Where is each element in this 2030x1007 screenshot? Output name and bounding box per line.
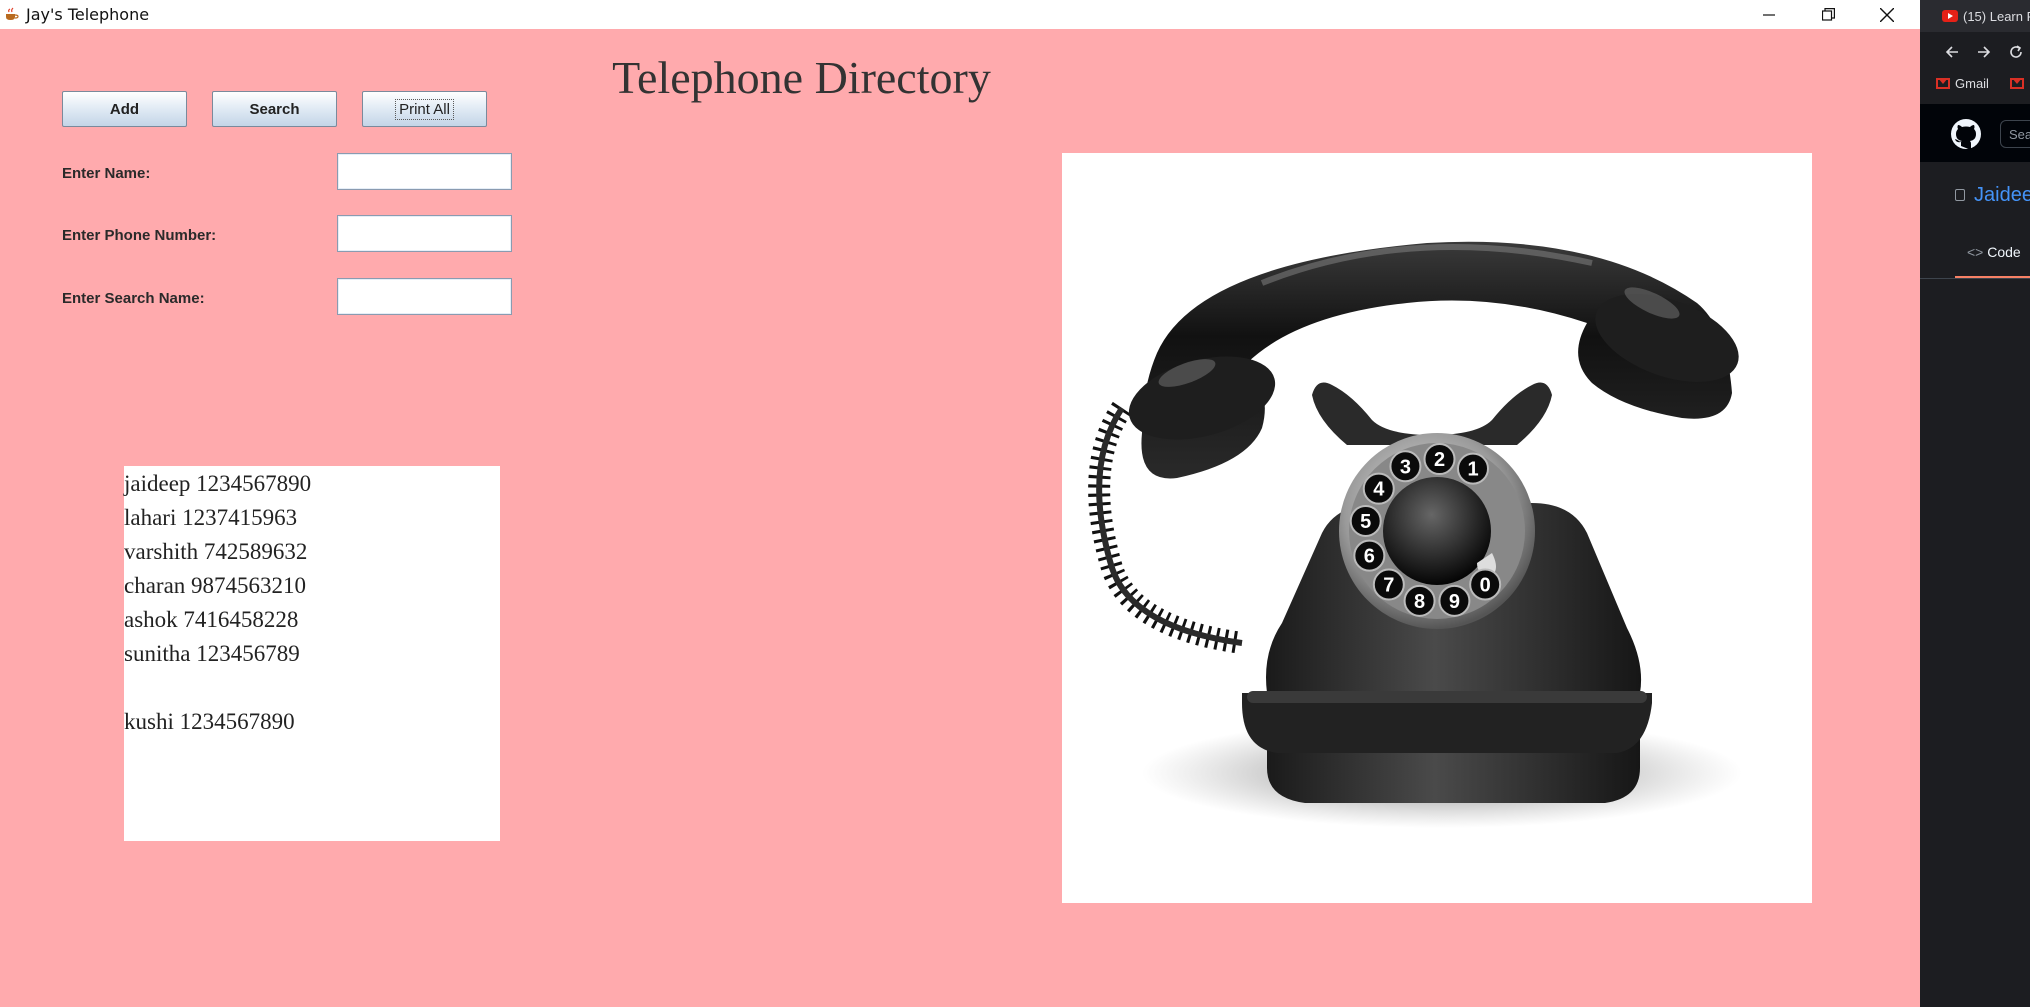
dial-digit: 1 [1467, 459, 1478, 481]
directory-entry: sunitha 123456789 [124, 641, 300, 666]
gmail-icon [2010, 78, 2024, 89]
close-icon [1880, 7, 1894, 22]
repo-icon [1955, 189, 1965, 201]
forward-arrow-icon [1978, 46, 1991, 58]
directory-text-area[interactable]: jaideep 1234567890 lahari 1237415963 var… [124, 466, 500, 841]
dial-digit: 7 [1383, 575, 1394, 597]
code-icon: <> [1967, 244, 1984, 260]
dial-digit: 2 [1434, 449, 1445, 471]
dial-digit: 9 [1449, 591, 1460, 613]
reload-button[interactable] [2004, 40, 2028, 64]
browser-tab-label: (15) Learn Fla [1963, 9, 2030, 24]
dial-digit: 0 [1480, 575, 1491, 597]
close-button[interactable] [1854, 0, 1920, 29]
name-label: Enter Name: [62, 165, 151, 182]
github-search-input[interactable]: Sea [2000, 120, 2030, 148]
github-logo-icon[interactable] [1950, 118, 1982, 150]
search-button[interactable]: Search [212, 91, 337, 127]
window-title: Jay's Telephone [26, 5, 150, 24]
dial-digit: 3 [1400, 456, 1411, 478]
content-pane: Telephone Directory Add Search Print All… [0, 29, 1920, 1007]
restore-icon [1821, 8, 1835, 21]
search-name-input[interactable] [337, 278, 512, 315]
directory-entry: jaideep 1234567890 [124, 471, 312, 496]
youtube-icon [1942, 10, 1958, 22]
title-bar: Jay's Telephone [0, 0, 1920, 29]
directory-entry: lahari 1237415963 [124, 505, 298, 530]
tab-code-label: Code [1987, 244, 2021, 260]
add-button-label: Add [109, 100, 140, 118]
repo-name-link[interactable]: Jaidee [1974, 184, 2030, 207]
page-title: Telephone Directory [612, 52, 991, 103]
search-name-label: Enter Search Name: [62, 290, 205, 307]
dial-digit: 5 [1360, 511, 1371, 533]
telephone-image: 12 345 678 90 [1062, 153, 1812, 903]
gmail-icon [1936, 78, 1950, 89]
directory-entry: kushi 1234567890 [124, 709, 295, 734]
back-button[interactable] [1940, 40, 1964, 64]
minimize-icon [1763, 13, 1775, 16]
reload-icon [2010, 45, 2022, 58]
phone-number-label: Enter Phone Number: [62, 227, 217, 244]
print-all-button-label: Print All [395, 98, 454, 120]
directory-entry: varshith 742589632 [124, 539, 308, 564]
directory-entry: charan 9874563210 [124, 573, 307, 598]
directory-entry: ashok 7416458228 [124, 607, 299, 632]
tab-divider [1920, 278, 2030, 279]
browser-tab[interactable]: (15) Learn Fla [1920, 0, 2030, 32]
browser-window: (15) Learn Fla Gmail Sea Jaidee <> Code [1920, 0, 2030, 1007]
bookmark-gmail[interactable]: Gmail [1955, 76, 1989, 91]
tab-code[interactable]: <> Code [1967, 244, 2021, 260]
java-cup-icon [6, 7, 19, 20]
back-arrow-icon [1945, 46, 1958, 58]
restore-button[interactable] [1795, 0, 1861, 29]
dial-digit: 8 [1414, 591, 1425, 613]
rotary-telephone-icon: 12 345 678 90 [1088, 241, 1742, 828]
dial-digit: 6 [1364, 546, 1375, 568]
directory-entry [124, 673, 500, 707]
search-button-label: Search [249, 100, 300, 118]
name-input[interactable] [337, 153, 512, 190]
app-window: Jay's Telephone Telephone Directory Add … [0, 0, 1920, 1007]
phone-number-input[interactable] [337, 215, 512, 252]
print-all-button[interactable]: Print All [362, 91, 487, 127]
forward-button[interactable] [1972, 40, 1996, 64]
dial-digit: 4 [1373, 479, 1385, 501]
add-button[interactable]: Add [62, 91, 187, 127]
minimize-button[interactable] [1736, 0, 1802, 29]
